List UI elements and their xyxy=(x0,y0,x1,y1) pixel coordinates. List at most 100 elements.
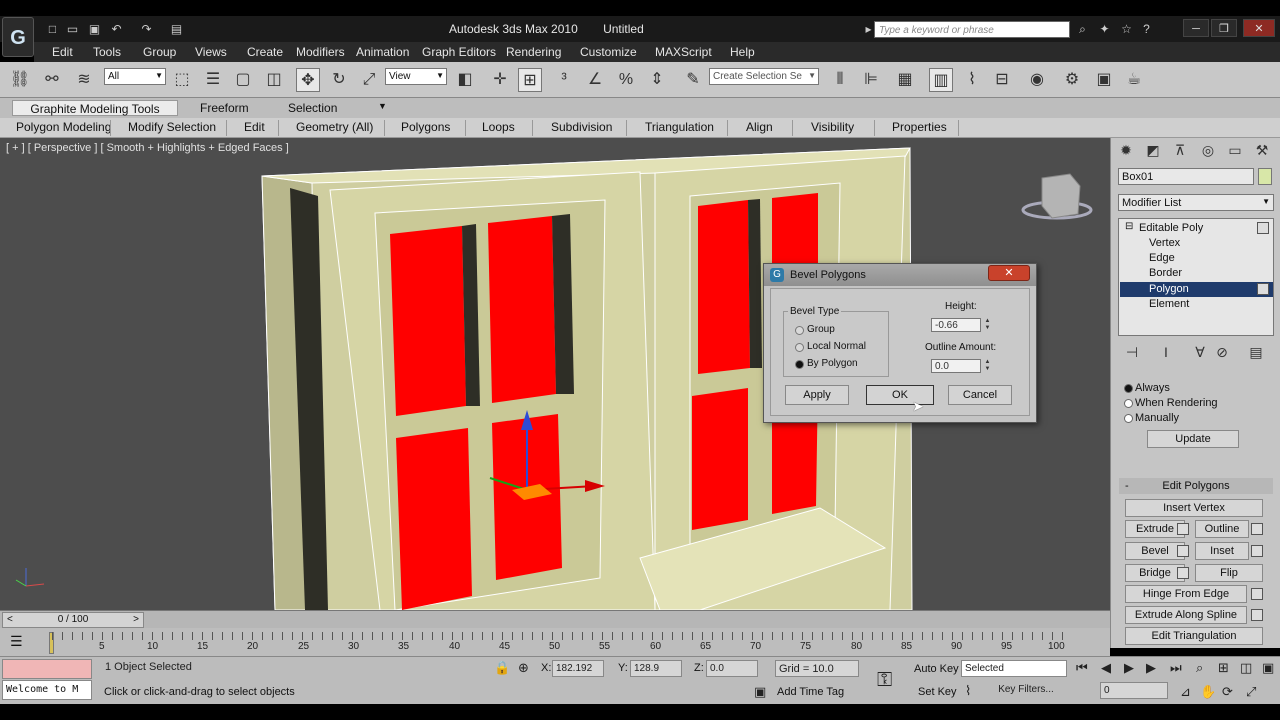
zoom-all-icon[interactable]: ⊞ xyxy=(1218,660,1229,676)
radio-local-normal[interactable]: Local Normal xyxy=(795,341,866,352)
motion-tab-icon[interactable]: ◎ xyxy=(1197,142,1219,162)
extrude-settings-icon[interactable] xyxy=(1177,523,1189,535)
time-prev-arrow[interactable]: < xyxy=(7,613,13,627)
tab-selection[interactable]: Selection xyxy=(278,100,347,116)
bridge-settings-icon[interactable] xyxy=(1177,567,1189,579)
go-to-end-icon[interactable]: ⏭ xyxy=(1170,660,1182,676)
panel-geometry-all[interactable]: Geometry (All) xyxy=(296,120,373,134)
panel-properties[interactable]: Properties xyxy=(892,120,947,134)
cancel-button[interactable]: Cancel xyxy=(948,385,1012,405)
named-selection-dropdown[interactable]: Create Selection Se xyxy=(709,68,819,85)
rotate-icon[interactable]: ↻ xyxy=(327,68,351,92)
inset-button[interactable]: Inset xyxy=(1195,542,1249,560)
hinge-from-edge-button[interactable]: Hinge From Edge xyxy=(1125,585,1247,603)
panel-polygons[interactable]: Polygons xyxy=(401,120,450,134)
stack-item-polygon[interactable]: Polygon xyxy=(1149,283,1189,295)
radio-group[interactable]: Group xyxy=(795,324,835,335)
add-time-tag-label[interactable]: Add Time Tag xyxy=(777,686,844,698)
bridge-button[interactable]: Bridge xyxy=(1125,564,1185,582)
remove-modifier-icon[interactable]: ⊘ xyxy=(1211,344,1233,364)
ribbon-dropdown-icon[interactable]: ▼ xyxy=(368,100,397,116)
extrude-spline-settings-icon[interactable] xyxy=(1251,609,1263,621)
play-icon[interactable]: ▶ xyxy=(1124,660,1134,676)
app-logo-button[interactable]: G xyxy=(2,17,34,57)
height-spinner-arrows[interactable]: ▲ ▼ xyxy=(983,318,992,332)
make-unique-icon[interactable]: ∀ xyxy=(1189,344,1211,364)
current-frame-field[interactable]: 0 xyxy=(1100,682,1168,699)
add-time-tag-icon[interactable]: ▣ xyxy=(754,684,766,700)
insert-vertex-button[interactable]: Insert Vertex xyxy=(1125,499,1263,517)
stack-item-editable-poly[interactable]: Editable Poly xyxy=(1139,222,1203,234)
menu-maxscript[interactable]: MAXScript xyxy=(655,45,712,59)
help-icon[interactable]: ? xyxy=(1138,21,1155,37)
undo-icon[interactable]: ↶ xyxy=(108,21,125,37)
pin-stack-icon[interactable]: ⊣ xyxy=(1121,344,1143,364)
menu-help[interactable]: Help xyxy=(730,45,755,59)
dialog-close-button[interactable]: ✕ xyxy=(988,265,1030,281)
trackbar[interactable]: ☰ 5 10 15 20 25 30 35 40 45 50 55 60 65 … xyxy=(0,628,1110,656)
tab-freeform[interactable]: Freeform xyxy=(190,100,259,116)
orbit-icon[interactable]: ⟳ xyxy=(1222,684,1233,700)
outline-settings-icon[interactable] xyxy=(1251,523,1263,535)
bevel-settings-icon[interactable] xyxy=(1177,545,1189,557)
maximize-viewport-icon[interactable]: ⤢ xyxy=(1246,684,1256,700)
time-slider[interactable]: < 0 / 100 > xyxy=(0,610,1110,628)
zoom-extents-all-icon[interactable]: ▣ xyxy=(1262,660,1274,676)
extrude-along-spline-button[interactable]: Extrude Along Spline xyxy=(1125,606,1247,624)
percent-snap-icon[interactable]: % xyxy=(614,68,638,92)
flip-button[interactable]: Flip xyxy=(1195,564,1263,582)
selection-lock-icon[interactable]: 🔒 xyxy=(494,660,510,676)
menu-customize[interactable]: Customize xyxy=(580,45,637,59)
next-frame-icon[interactable]: ▶ xyxy=(1146,660,1156,676)
move-icon[interactable]: ✥ xyxy=(296,68,320,92)
render-setup-icon[interactable]: ⚙ xyxy=(1060,68,1084,92)
mini-curve-editor-icon[interactable]: ☰ xyxy=(10,633,23,650)
scale-icon[interactable]: ⤢ xyxy=(357,68,381,92)
radio-always[interactable]: Always xyxy=(1124,382,1170,394)
time-slider-thumb[interactable]: < 0 / 100 > xyxy=(2,612,144,628)
maxscript-mini-listener[interactable]: Welcome to M xyxy=(2,680,92,700)
utilities-tab-icon[interactable]: ⚒ xyxy=(1251,142,1273,162)
menu-rendering[interactable]: Rendering xyxy=(506,45,561,59)
communication-icon[interactable]: ☆ xyxy=(1118,21,1135,37)
new-file-icon[interactable]: □ xyxy=(44,21,61,37)
menu-animation[interactable]: Animation xyxy=(356,45,409,59)
binoculars-icon[interactable]: ⌕ xyxy=(1074,21,1091,37)
radio-by-polygon[interactable]: By Polygon xyxy=(795,358,858,369)
reference-coord-dropdown[interactable]: View xyxy=(385,68,447,85)
menu-modifiers[interactable]: Modifiers xyxy=(296,45,345,59)
keyboard-shortcut-icon[interactable]: ⊞ xyxy=(518,68,542,92)
snap-toggle-icon[interactable]: ³ xyxy=(552,68,576,92)
radio-manually[interactable]: Manually xyxy=(1123,412,1179,424)
restore-button[interactable]: ❐ xyxy=(1211,19,1237,37)
subscription-icon[interactable]: ✦ xyxy=(1096,21,1113,37)
pivot-center-icon[interactable]: ◧ xyxy=(453,68,477,92)
go-to-start-icon[interactable]: ⏮ xyxy=(1076,660,1088,676)
stack-item-edge[interactable]: Edge xyxy=(1149,252,1175,264)
zoom-icon[interactable]: ⌕ xyxy=(1196,660,1203,676)
hinge-settings-icon[interactable] xyxy=(1251,588,1263,600)
stack-toggle-icon[interactable] xyxy=(1257,222,1269,234)
edit-triangulation-button[interactable]: Edit Triangulation xyxy=(1125,627,1263,645)
rect-selection-icon[interactable]: ▢ xyxy=(231,68,255,92)
panel-loops[interactable]: Loops xyxy=(482,120,515,134)
set-key-button[interactable]: Set Key xyxy=(918,686,957,698)
viewport-label[interactable]: [ + ] [ Perspective ] [ Smooth + Highlig… xyxy=(6,142,289,154)
height-spinner[interactable]: -0.66 xyxy=(931,318,981,332)
stack-expand-icon[interactable]: ⊟ xyxy=(1125,221,1133,232)
panel-polygon-modeling[interactable]: Polygon Modeling xyxy=(16,120,111,134)
outline-amount-spinner[interactable]: 0.0 xyxy=(931,359,981,373)
key-filters-button[interactable]: Key Filters... xyxy=(984,682,1068,699)
key-filters-icon[interactable]: ⌇ xyxy=(965,683,971,699)
bevel-button[interactable]: Bevel xyxy=(1125,542,1185,560)
render-production-icon[interactable]: ☕ xyxy=(1122,68,1146,92)
manipulate-icon[interactable]: ✛ xyxy=(488,68,512,92)
spinner-snap-icon[interactable]: ⇕ xyxy=(645,68,669,92)
stack-polygon-toggle-icon[interactable] xyxy=(1257,283,1269,295)
minimize-button[interactable]: ─ xyxy=(1183,19,1209,37)
window-crossing-icon[interactable]: ◫ xyxy=(262,68,286,92)
auto-key-button[interactable]: Auto Key xyxy=(914,663,959,675)
inset-settings-icon[interactable] xyxy=(1251,545,1263,557)
menu-graph-editors[interactable]: Graph Editors xyxy=(422,45,496,59)
stack-item-vertex[interactable]: Vertex xyxy=(1149,237,1180,249)
